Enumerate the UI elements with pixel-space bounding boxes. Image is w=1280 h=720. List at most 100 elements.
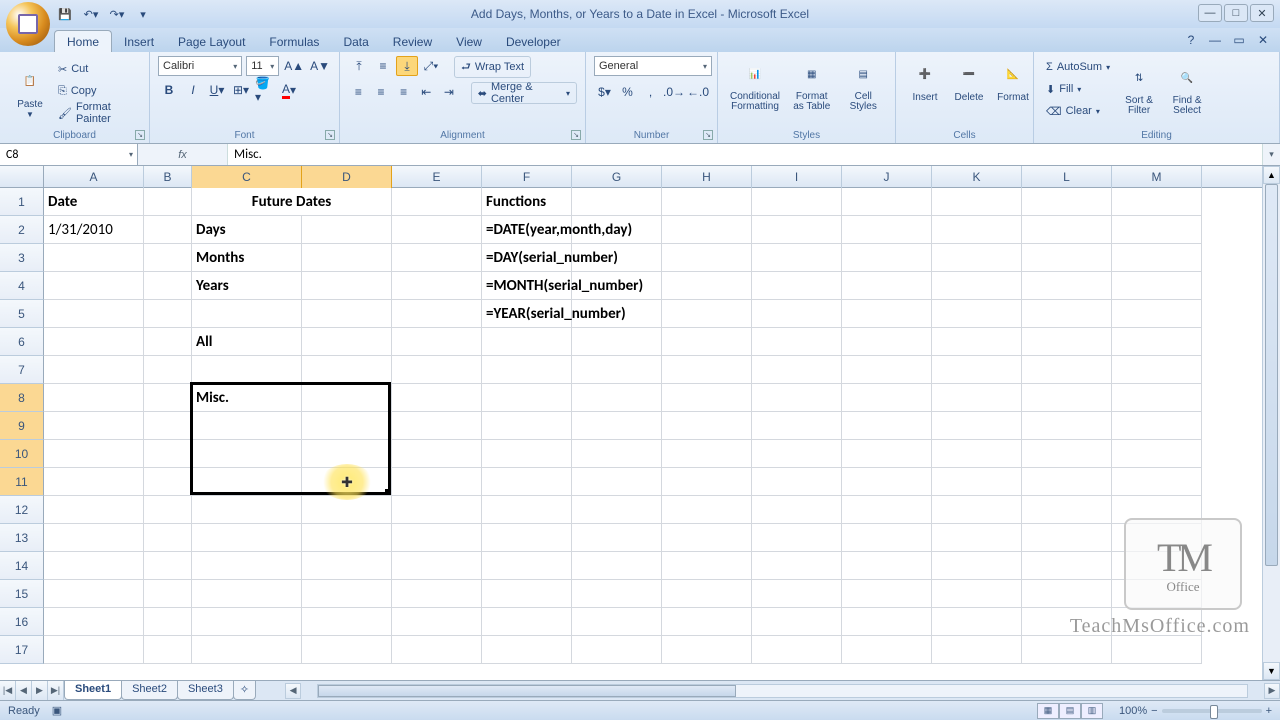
cell-J4[interactable] — [842, 272, 932, 300]
cell-E1[interactable] — [392, 188, 482, 216]
fill-color-button[interactable]: 🪣▾ — [254, 80, 276, 100]
decrease-indent-button[interactable]: ⇤ — [416, 82, 437, 102]
cell-D4[interactable] — [302, 272, 392, 300]
increase-decimal-button[interactable]: .0→ — [663, 82, 685, 102]
cell-D8[interactable] — [302, 384, 392, 412]
cell-J13[interactable] — [842, 524, 932, 552]
prev-sheet-button[interactable]: ◀ — [16, 681, 32, 700]
minimize-ribbon-icon[interactable]: — — [1206, 31, 1224, 49]
align-right-button[interactable]: ≡ — [393, 82, 414, 102]
format-cells-button[interactable]: 📐Format — [992, 56, 1034, 105]
row-header-1[interactable]: 1 — [0, 188, 44, 216]
vscroll-thumb[interactable] — [1265, 184, 1278, 566]
cell-J7[interactable] — [842, 356, 932, 384]
cell-H6[interactable] — [662, 328, 752, 356]
tab-home[interactable]: Home — [54, 30, 112, 52]
cell-L13[interactable] — [1022, 524, 1112, 552]
align-center-button[interactable]: ≡ — [371, 82, 392, 102]
comma-format-button[interactable]: , — [640, 82, 661, 102]
cell-B12[interactable] — [144, 496, 192, 524]
cell-I15[interactable] — [752, 580, 842, 608]
cell-C3[interactable]: Months — [192, 244, 302, 272]
cell-D10[interactable] — [302, 440, 392, 468]
cell-C15[interactable] — [192, 580, 302, 608]
col-header-G[interactable]: G — [572, 166, 662, 188]
cell-H14[interactable] — [662, 552, 752, 580]
cell-L11[interactable] — [1022, 468, 1112, 496]
scroll-down-button[interactable]: ▼ — [1263, 662, 1280, 680]
redo-icon[interactable]: ↷▾ — [106, 4, 128, 24]
col-header-H[interactable]: H — [662, 166, 752, 188]
row-header-4[interactable]: 4 — [0, 272, 44, 300]
merge-center-button[interactable]: ⬌Merge & Center ▾ — [471, 82, 577, 104]
name-box[interactable]: C8 — [0, 144, 138, 165]
cell-D16[interactable] — [302, 608, 392, 636]
zoom-in-button[interactable]: + — [1266, 705, 1272, 717]
cell-styles-button[interactable]: ▤Cell Styles — [839, 56, 887, 114]
cell-J12[interactable] — [842, 496, 932, 524]
cell-F7[interactable] — [482, 356, 572, 384]
cell-J2[interactable] — [842, 216, 932, 244]
tab-developer[interactable]: Developer — [494, 31, 573, 52]
cell-A11[interactable] — [44, 468, 144, 496]
restore-window-icon[interactable]: ▭ — [1230, 31, 1248, 49]
paste-button[interactable]: 📋 Paste ▼ — [8, 56, 52, 128]
cell-B15[interactable] — [144, 580, 192, 608]
cell-D3[interactable] — [302, 244, 392, 272]
cell-L17[interactable] — [1022, 636, 1112, 664]
delete-cells-button[interactable]: ➖Delete — [948, 56, 990, 105]
help-icon[interactable]: ? — [1182, 31, 1200, 49]
cell-B16[interactable] — [144, 608, 192, 636]
cell-I12[interactable] — [752, 496, 842, 524]
cell-J1[interactable] — [842, 188, 932, 216]
cell-G9[interactable] — [572, 412, 662, 440]
cell-E7[interactable] — [392, 356, 482, 384]
cell-G13[interactable] — [572, 524, 662, 552]
grow-font-button[interactable]: A▲ — [283, 56, 305, 76]
cell-B11[interactable] — [144, 468, 192, 496]
cell-A1[interactable]: Date — [44, 188, 144, 216]
cell-H13[interactable] — [662, 524, 752, 552]
cell-G16[interactable] — [572, 608, 662, 636]
cell-E12[interactable] — [392, 496, 482, 524]
cell-I13[interactable] — [752, 524, 842, 552]
col-header-A[interactable]: A — [44, 166, 144, 188]
col-header-B[interactable]: B — [144, 166, 192, 188]
font-launcher[interactable]: ↘ — [325, 130, 335, 140]
cell-H3[interactable] — [662, 244, 752, 272]
cell-C2[interactable]: Days — [192, 216, 302, 244]
format-painter-button[interactable]: 🖌Format Painter — [54, 102, 141, 124]
cell-E16[interactable] — [392, 608, 482, 636]
cell-G1[interactable] — [572, 188, 662, 216]
cell-D12[interactable] — [302, 496, 392, 524]
cut-button[interactable]: ✂Cut — [54, 58, 141, 80]
cell-G11[interactable] — [572, 468, 662, 496]
hscroll-left[interactable]: ◀ — [285, 683, 301, 699]
cell-K7[interactable] — [932, 356, 1022, 384]
cell-B7[interactable] — [144, 356, 192, 384]
cell-C11[interactable] — [192, 468, 302, 496]
col-header-M[interactable]: M — [1112, 166, 1202, 188]
col-header-C[interactable]: C — [192, 166, 302, 188]
cell-K5[interactable] — [932, 300, 1022, 328]
cell-H17[interactable] — [662, 636, 752, 664]
font-name-combo[interactable]: Calibri — [158, 56, 242, 76]
cell-I10[interactable] — [752, 440, 842, 468]
align-top-button[interactable]: ⤒ — [348, 56, 370, 76]
scroll-up-button[interactable]: ▲ — [1263, 166, 1280, 184]
hscroll-thumb[interactable] — [318, 685, 736, 697]
row-header-13[interactable]: 13 — [0, 524, 44, 552]
normal-view-button[interactable]: ▦ — [1037, 703, 1059, 719]
autosum-button[interactable]: ΣAutoSum▾ — [1042, 56, 1114, 78]
cell-L15[interactable] — [1022, 580, 1112, 608]
cell-D6[interactable] — [302, 328, 392, 356]
number-format-combo[interactable]: General — [594, 56, 712, 76]
cell-A2[interactable]: 1/31/2010 — [44, 216, 144, 244]
cell-I4[interactable] — [752, 272, 842, 300]
cell-A5[interactable] — [44, 300, 144, 328]
col-header-K[interactable]: K — [932, 166, 1022, 188]
cell-B3[interactable] — [144, 244, 192, 272]
decrease-decimal-button[interactable]: ←.0 — [687, 82, 709, 102]
cell-A13[interactable] — [44, 524, 144, 552]
horizontal-scrollbar[interactable] — [317, 684, 1248, 698]
